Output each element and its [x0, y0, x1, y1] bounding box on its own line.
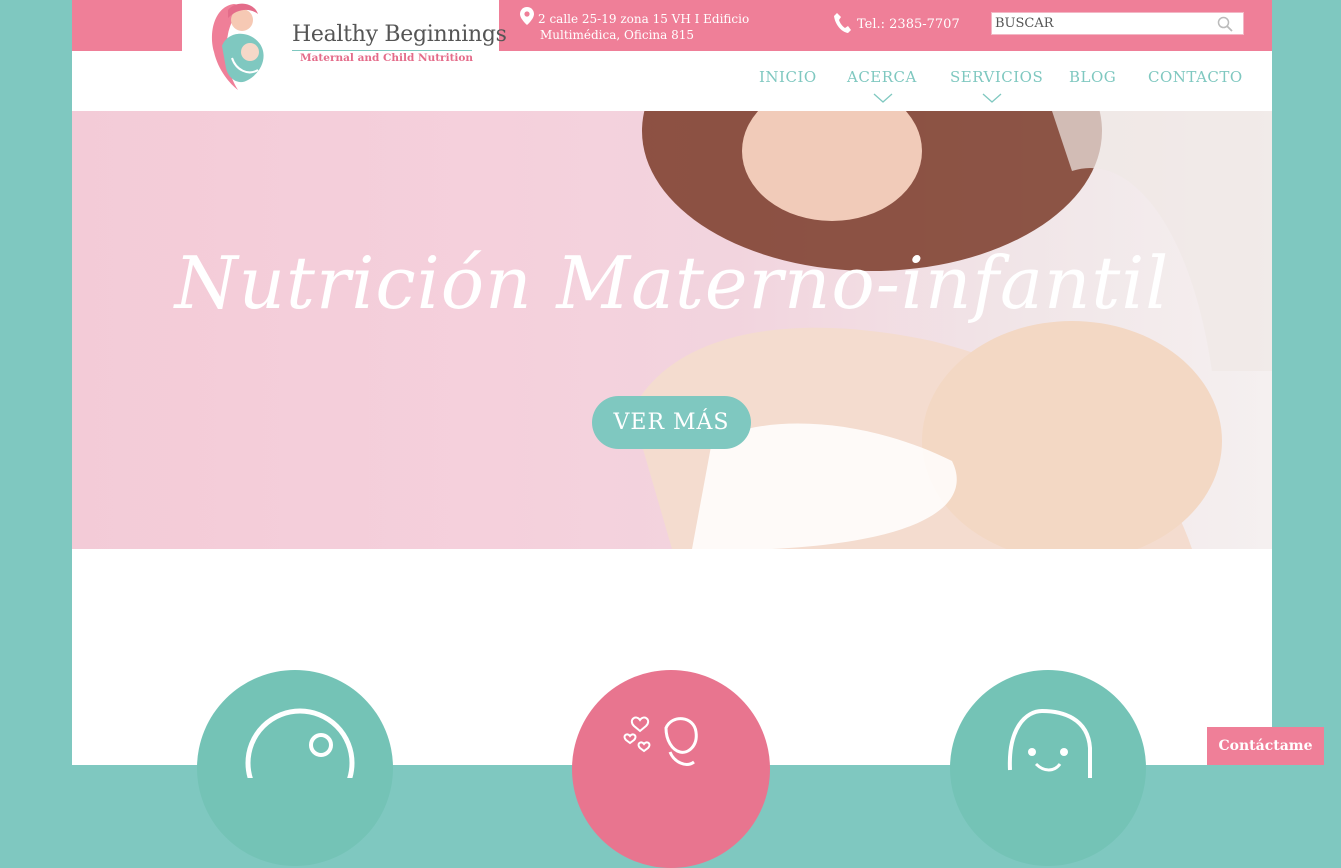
phone-number[interactable]: Tel.: 2385-7707 — [857, 17, 960, 32]
nav-item-servicios-label: SERVICIOS — [950, 68, 1044, 86]
hero-photo — [632, 111, 1272, 549]
chevron-down-icon — [873, 93, 893, 103]
nav-item-acerca-label: ACERCA — [847, 68, 917, 86]
search-input[interactable] — [992, 13, 1218, 34]
logo-divider — [292, 50, 472, 51]
feature-circle-child[interactable] — [950, 670, 1146, 866]
main-nav: INICIO ACERCA SERVICIOS BLOG CONTACTO — [72, 68, 1272, 108]
feature-circle-mother[interactable] — [572, 670, 770, 868]
pregnancy-icon — [245, 708, 355, 778]
feature-circle-nutrition[interactable] — [197, 670, 393, 866]
address-line-2: Multimédica, Oficina 815 — [540, 28, 695, 42]
nav-item-inicio[interactable]: INICIO — [759, 68, 817, 86]
nav-item-contacto[interactable]: CONTACTO — [1148, 68, 1243, 86]
brand-tagline: Maternal and Child Nutrition — [300, 52, 474, 64]
ver-mas-button[interactable]: VER MÁS — [592, 396, 751, 449]
mother-hearts-icon — [623, 716, 698, 766]
search-icon[interactable] — [1217, 16, 1233, 32]
page-container: 2 calle 25-19 zona 15 VH I Edificio Mult… — [72, 0, 1272, 765]
hero-title: Nutrición Materno-infantil — [174, 241, 1170, 325]
hero-banner: Nutrición Materno-infantil VER MÁS — [72, 111, 1272, 549]
chevron-down-icon — [982, 93, 1002, 103]
phone-icon — [834, 13, 851, 33]
address-line-1: 2 calle 25-19 zona 15 VH I Edificio — [538, 12, 750, 26]
contact-me-tab[interactable]: Contáctame — [1207, 727, 1324, 765]
baby-face-icon — [1007, 708, 1092, 778]
brand-name: Healthy Beginnings — [292, 22, 507, 47]
map-pin-icon — [520, 7, 534, 25]
address: 2 calle 25-19 zona 15 VH I Edificio Mult… — [538, 11, 778, 43]
nav-item-servicios[interactable]: SERVICIOS — [950, 68, 1044, 103]
nav-item-blog[interactable]: BLOG — [1069, 68, 1116, 86]
search-box — [991, 12, 1244, 35]
nav-item-acerca[interactable]: ACERCA — [847, 68, 917, 103]
